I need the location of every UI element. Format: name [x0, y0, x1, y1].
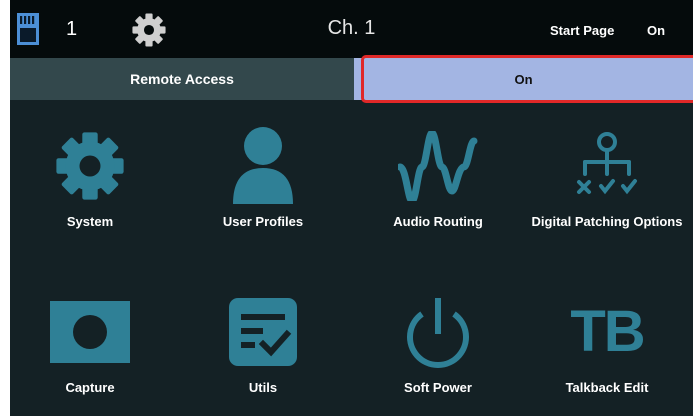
soft-power-tile[interactable]: Soft Power	[353, 284, 523, 414]
digital-patching-label: Digital Patching Options	[531, 214, 683, 229]
utils-label: Utils	[248, 380, 278, 395]
remote-access-label: Remote Access	[10, 58, 354, 100]
patching-tree-icon	[577, 132, 637, 195]
audio-routing-tile[interactable]: Audio Routing	[353, 118, 523, 248]
checklist-icon	[229, 298, 297, 366]
start-page-value[interactable]: On	[647, 23, 665, 38]
start-page-label[interactable]: Start Page	[550, 23, 614, 38]
user-profiles-tile[interactable]: User Profiles	[178, 118, 348, 248]
talkback-edit-label: Talkback Edit	[565, 380, 649, 395]
capture-icon	[50, 301, 130, 363]
gear-icon	[56, 132, 124, 200]
power-icon	[407, 298, 469, 368]
talkback-edit-tile[interactable]: TB Talkback Edit	[522, 284, 692, 414]
system-tile[interactable]: System	[5, 118, 175, 248]
remote-access-row: Remote Access On	[10, 58, 693, 100]
user-profiles-label: User Profiles	[222, 214, 304, 229]
capture-label: Capture	[65, 380, 115, 395]
system-label: System	[66, 214, 114, 229]
remote-access-toggle[interactable]: On	[354, 58, 693, 100]
device-screen: 1 Ch. 1 Start Page On Remote Access On S…	[10, 0, 693, 416]
waveform-icon	[398, 131, 478, 201]
soft-power-label: Soft Power	[404, 380, 472, 395]
capture-tile[interactable]: Capture	[5, 284, 175, 414]
tb-icon: TB	[570, 299, 645, 364]
digital-patching-tile[interactable]: Digital Patching Options	[522, 118, 692, 248]
utils-tile[interactable]: Utils	[178, 284, 348, 414]
audio-routing-label: Audio Routing	[393, 214, 483, 229]
top-bar: 1 Ch. 1 Start Page On	[10, 0, 693, 58]
user-icon	[233, 127, 293, 204]
